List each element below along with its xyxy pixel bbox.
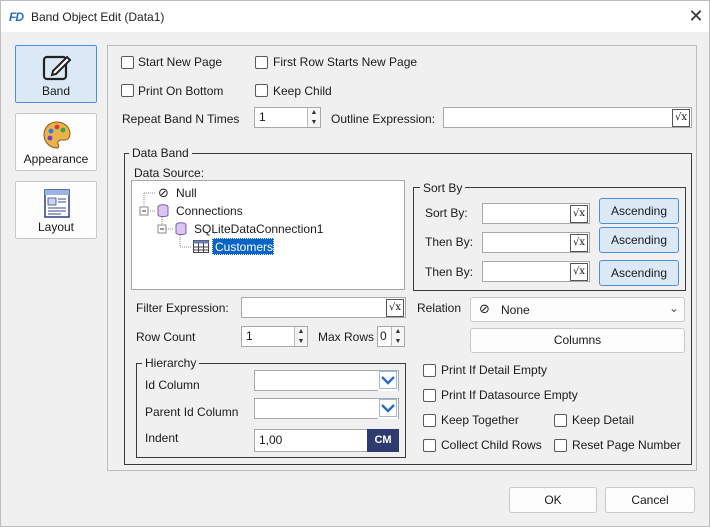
keep-together-label: Keep Together (441, 413, 519, 427)
chevron-down-icon[interactable] (378, 371, 398, 391)
spin-up-icon[interactable]: ▲ (307, 108, 320, 118)
expression-editor-icon[interactable]: √x (570, 205, 588, 223)
repeat-band-value: 1 (259, 110, 266, 124)
sort-order-button[interactable]: Ascending (599, 198, 679, 224)
relation-label: Relation (417, 301, 462, 315)
sidebar-item-label: Band (41, 84, 71, 98)
unit-button[interactable]: CM (367, 429, 399, 452)
filter-expression-label: Filter Expression: (136, 301, 229, 315)
first-row-new-page-label: First Row Starts New Page (273, 55, 418, 69)
spin-up-icon[interactable]: ▲ (391, 327, 404, 337)
sidebar-item-label: Layout (37, 220, 75, 234)
cancel-button[interactable]: Cancel (605, 487, 695, 513)
ok-button[interactable]: OK (509, 487, 597, 513)
max-rows-label: Max Rows (318, 330, 375, 344)
keep-child-label: Keep Child (273, 84, 332, 98)
spin-down-icon[interactable]: ▼ (294, 337, 307, 346)
layout-icon (44, 189, 70, 218)
print-on-bottom-checkbox[interactable] (121, 84, 134, 97)
title-bar: FD Band Object Edit (Data1) ✕ (1, 1, 709, 32)
window-title: Band Object Edit (Data1) (31, 10, 165, 24)
indent-value: 1,00 (259, 433, 283, 447)
sidebar-item-label: Appearance (23, 152, 89, 166)
expression-editor-icon[interactable]: √x (672, 109, 690, 127)
max-rows-value: 0 (380, 329, 387, 343)
dropdown-arrow-icon (379, 399, 397, 417)
data-band-title: Data Band (129, 146, 192, 160)
row-count-value: 1 (246, 329, 253, 343)
print-if-datasource-empty-checkbox[interactable] (423, 389, 436, 402)
hierarchy-title: Hierarchy (142, 356, 200, 370)
database-icon (157, 204, 169, 217)
sort-by-title: Sort By (420, 181, 466, 195)
palette-icon (43, 121, 71, 149)
keep-detail-label: Keep Detail (572, 413, 635, 427)
columns-button[interactable]: Columns (470, 328, 685, 353)
chevron-down-icon: ⌄ (669, 301, 680, 315)
keep-child-checkbox[interactable] (255, 84, 268, 97)
filter-expression-input[interactable] (241, 297, 406, 318)
tree-item-customers[interactable]: Customers (212, 238, 274, 255)
spin-down-icon[interactable]: ▼ (391, 337, 404, 346)
repeat-band-label: Repeat Band N Times (122, 112, 240, 126)
data-source-label: Data Source: (134, 166, 205, 180)
print-if-datasource-empty-label: Print If Datasource Empty (441, 388, 578, 402)
then-by-label-2: Then By: (425, 265, 474, 279)
expression-editor-icon[interactable]: √x (570, 263, 588, 281)
reset-page-number-label: Reset Page Number (572, 438, 681, 452)
app-logo-icon: FD (9, 10, 24, 24)
then-by-order-button-2[interactable]: Ascending (599, 260, 679, 286)
then-by-order-button[interactable]: Ascending (599, 227, 679, 253)
sidebar-item-layout[interactable]: Layout (15, 181, 97, 239)
spin-down-icon[interactable]: ▼ (307, 118, 320, 127)
tree-item-sqlite-connection[interactable]: SQLiteDataConnection1 (194, 222, 323, 236)
outline-expression-input[interactable] (443, 107, 692, 128)
keep-together-checkbox[interactable] (423, 414, 436, 427)
keep-detail-checkbox[interactable] (554, 414, 567, 427)
sidebar-item-appearance[interactable]: Appearance (15, 113, 97, 171)
band-object-edit-dialog: FD Band Object Edit (Data1) ✕ Band Appea… (0, 0, 710, 527)
database-icon (175, 222, 187, 235)
then-by-label: Then By: (425, 235, 474, 249)
parent-id-column-label: Parent Id Column (145, 405, 239, 419)
relation-value: None (501, 303, 530, 317)
collect-child-rows-label: Collect Child Rows (441, 438, 542, 452)
start-new-page-label: Start New Page (138, 55, 223, 69)
reset-page-number-checkbox[interactable] (554, 439, 567, 452)
id-column-label: Id Column (145, 378, 200, 392)
tree-item-connections[interactable]: Connections (176, 204, 243, 218)
first-row-new-page-checkbox[interactable] (255, 56, 268, 69)
data-source-tree[interactable]: ⊘ Null Connections SQLiteDataConnection1… (131, 180, 405, 290)
collect-child-rows-checkbox[interactable] (423, 439, 436, 452)
outline-expression-label: Outline Expression: (331, 112, 436, 126)
tree-item-customers-label: Customers (215, 240, 274, 254)
start-new-page-checkbox[interactable] (121, 56, 134, 69)
table-icon (193, 240, 209, 253)
none-icon: ⊘ (479, 301, 490, 316)
tree-lines (139, 192, 192, 248)
pencil-edit-icon (42, 55, 72, 81)
row-count-label: Row Count (136, 330, 196, 344)
indent-label: Indent (145, 431, 179, 445)
print-on-bottom-label: Print On Bottom (138, 84, 224, 98)
sort-by-label: Sort By: (425, 206, 468, 220)
tree-item-null[interactable]: Null (176, 186, 197, 200)
sidebar-item-band[interactable]: Band (15, 45, 97, 103)
expression-editor-icon[interactable]: √x (570, 234, 588, 252)
dropdown-arrow-icon (379, 371, 397, 389)
null-icon: ⊘ (158, 185, 169, 200)
spin-up-icon[interactable]: ▲ (294, 327, 307, 337)
close-icon[interactable]: ✕ (685, 5, 707, 27)
print-if-detail-empty-label: Print If Detail Empty (441, 363, 548, 377)
relation-dropdown[interactable]: ⊘ None ⌄ (470, 297, 685, 322)
chevron-down-icon[interactable] (378, 399, 398, 419)
print-if-detail-empty-checkbox[interactable] (423, 364, 436, 377)
expression-editor-icon[interactable]: √x (386, 299, 404, 317)
